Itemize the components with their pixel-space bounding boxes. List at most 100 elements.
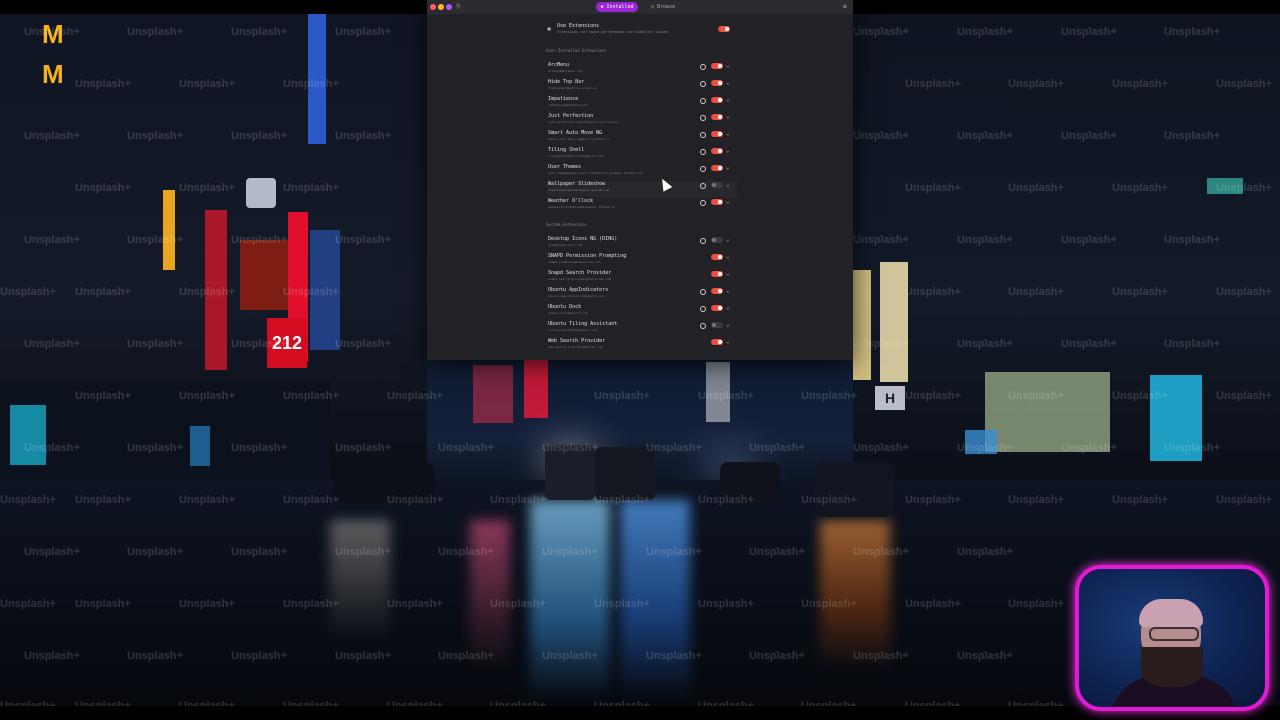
chevron-down-icon[interactable]: ⌄ — [726, 253, 730, 261]
extension-id: impatience@gfxmonk.net — [548, 103, 588, 107]
maximize-window-icon[interactable] — [446, 4, 452, 10]
chevron-down-icon[interactable]: ⌄ — [726, 287, 730, 295]
extension-id: ubuntu-dock@ubuntu.com — [548, 311, 588, 315]
extension-toggle[interactable] — [711, 237, 723, 243]
extension-row[interactable]: Ubuntu AppIndicators ubuntu-appindicators… — [547, 287, 737, 303]
window-header: ⚲ ✱ Installed ◎ Browse ≡ — [427, 0, 853, 14]
settings-gear-icon[interactable] — [700, 115, 706, 121]
extension-toggle[interactable] — [711, 305, 723, 311]
settings-gear-icon[interactable] — [700, 323, 706, 329]
chevron-down-icon[interactable]: ⌄ — [726, 270, 730, 278]
settings-gear-icon[interactable] — [700, 183, 706, 189]
extension-row[interactable]: Wallpaper Slideshow azwallpaper@azwallpap… — [547, 181, 737, 197]
chevron-down-icon[interactable]: ⌄ — [726, 96, 730, 104]
extension-row[interactable]: Ubuntu Dock ubuntu-dock@ubuntu.com ⌄ — [547, 304, 737, 320]
extension-name: Hide Top Bar — [548, 79, 585, 85]
use-extensions-title: Use Extensions — [557, 23, 600, 29]
settings-gear-icon[interactable] — [700, 238, 706, 244]
minimize-window-icon[interactable] — [438, 4, 444, 10]
extension-id: hidetopbar@mathieu.bidon.ca — [548, 86, 597, 90]
extension-toggle[interactable] — [711, 97, 723, 103]
extension-row[interactable]: ArcMenu arcmenu@arcmenu.com ⌄ — [547, 62, 737, 78]
tab-installed[interactable]: ✱ Installed — [596, 2, 638, 12]
chevron-down-icon[interactable]: ⌄ — [726, 304, 730, 312]
extension-name: SNAPD Permission Prompting — [548, 253, 627, 259]
search-icon[interactable]: ⚲ — [456, 3, 460, 11]
extension-row[interactable]: Tiling Shell tilingshell@ferrarodomenico.… — [547, 147, 737, 163]
extension-row[interactable]: SNAPD Permission Prompting snapd-promptin… — [547, 253, 737, 269]
settings-gear-icon[interactable] — [700, 98, 706, 104]
extension-name: Smart Auto Move NG — [548, 130, 603, 136]
extension-toggle[interactable] — [711, 322, 723, 328]
settings-gear-icon[interactable] — [700, 81, 706, 87]
extension-id: tilingshell@ferrarodomenico.com — [548, 154, 604, 158]
webcam-overlay — [1075, 565, 1269, 711]
extension-id: weatheroclock@CleoMenezesJr.github.io — [548, 205, 615, 209]
extension-name: Wallpaper Slideshow — [548, 181, 606, 187]
extension-name: Ubuntu AppIndicators — [548, 287, 609, 293]
settings-gear-icon[interactable] — [700, 149, 706, 155]
extension-manager-window: ⚲ ✱ Installed ◎ Browse ≡ ✱ Use Extension… — [427, 0, 853, 360]
chevron-down-icon[interactable]: ⌄ — [726, 338, 730, 346]
extension-id: ubuntu-appindicators@ubuntu.com — [548, 294, 604, 298]
chevron-down-icon[interactable]: ⌄ — [726, 321, 730, 329]
main-menu-icon[interactable]: ≡ — [843, 3, 847, 11]
extension-toggle[interactable] — [711, 254, 723, 260]
extension-row[interactable]: Impatience impatience@gfxmonk.net ⌄ — [547, 96, 737, 112]
extension-toggle[interactable] — [711, 148, 723, 154]
extension-row[interactable]: Snapd Search Provider snapd-search-provid… — [547, 270, 737, 286]
chevron-down-icon[interactable]: ⌄ — [726, 113, 730, 121]
extension-id: smart-auto-move-ng@aylur.github.io — [548, 137, 610, 141]
chevron-down-icon[interactable]: ⌄ — [726, 147, 730, 155]
extension-toggle[interactable] — [711, 339, 723, 345]
extension-row[interactable]: Web Search Provider web-search-provider@u… — [547, 338, 737, 354]
extension-toggle[interactable] — [711, 288, 723, 294]
extension-row[interactable]: Ubuntu Tiling Assistant tiling-assistant@… — [547, 321, 737, 337]
close-window-icon[interactable] — [430, 4, 436, 10]
extension-id: arcmenu@arcmenu.com — [548, 69, 583, 73]
extension-toggle[interactable] — [711, 165, 723, 171]
section-system: System Extensions — [546, 222, 587, 227]
tab-browse-label: Browse — [657, 4, 676, 10]
extension-row[interactable]: Weather O'Clock weatheroclock@CleoMenezes… — [547, 198, 737, 214]
use-extensions-subtitle: Extensions can cause performance and sta… — [557, 30, 669, 34]
settings-gear-icon[interactable] — [700, 289, 706, 295]
chevron-down-icon[interactable]: ⌄ — [726, 62, 730, 70]
settings-gear-icon[interactable] — [700, 200, 706, 206]
bottom-letterbox — [0, 706, 1280, 720]
mcdonalds-sign-2: M — [42, 59, 64, 89]
chevron-down-icon[interactable]: ⌄ — [726, 79, 730, 87]
use-extensions-toggle[interactable] — [718, 26, 730, 32]
extension-name: Web Search Provider — [548, 338, 606, 344]
chevron-down-icon[interactable]: ⌄ — [726, 198, 730, 206]
settings-gear-icon[interactable] — [700, 64, 706, 70]
chevron-down-icon[interactable]: ⌄ — [726, 236, 730, 244]
extension-row[interactable]: User Themes user-theme@gnome-shell-extens… — [547, 164, 737, 180]
chevron-down-icon[interactable]: ⌄ — [726, 130, 730, 138]
settings-gear-icon[interactable] — [700, 132, 706, 138]
tab-browse[interactable]: ◎ Browse — [651, 2, 681, 12]
extension-row[interactable]: Desktop Icons NG (DING) ding@rastersoft.c… — [547, 236, 737, 252]
extension-id: tiling-assistant@ubuntu.com — [548, 328, 597, 332]
extension-name: Tiling Shell — [548, 147, 585, 153]
extension-row[interactable]: Just Perfection just-perfection-desktop@j… — [547, 113, 737, 129]
extension-toggle[interactable] — [711, 63, 723, 69]
extension-toggle[interactable] — [711, 182, 723, 188]
extension-name: Desktop Icons NG (DING) — [548, 236, 618, 242]
extension-name: Ubuntu Dock — [548, 304, 582, 310]
extension-id: just-perfection-desktop@just-perfection — [548, 120, 619, 124]
extension-toggle[interactable] — [711, 80, 723, 86]
settings-gear-icon[interactable] — [700, 306, 706, 312]
extension-toggle[interactable] — [711, 114, 723, 120]
section-user-installed: User-Installed Extensions — [546, 48, 607, 53]
settings-gear-icon[interactable] — [700, 166, 706, 172]
extension-toggle[interactable] — [711, 131, 723, 137]
extension-name: Impatience — [548, 96, 579, 102]
chevron-down-icon[interactable]: ⌄ — [726, 181, 730, 189]
extension-row[interactable]: Smart Auto Move NG smart-auto-move-ng@ayl… — [547, 130, 737, 146]
chevron-down-icon[interactable]: ⌄ — [726, 164, 730, 172]
extension-toggle[interactable] — [711, 271, 723, 277]
extension-name: Snapd Search Provider — [548, 270, 612, 276]
extension-toggle[interactable] — [711, 199, 723, 205]
extension-row[interactable]: Hide Top Bar hidetopbar@mathieu.bidon.ca ⌄ — [547, 79, 737, 95]
